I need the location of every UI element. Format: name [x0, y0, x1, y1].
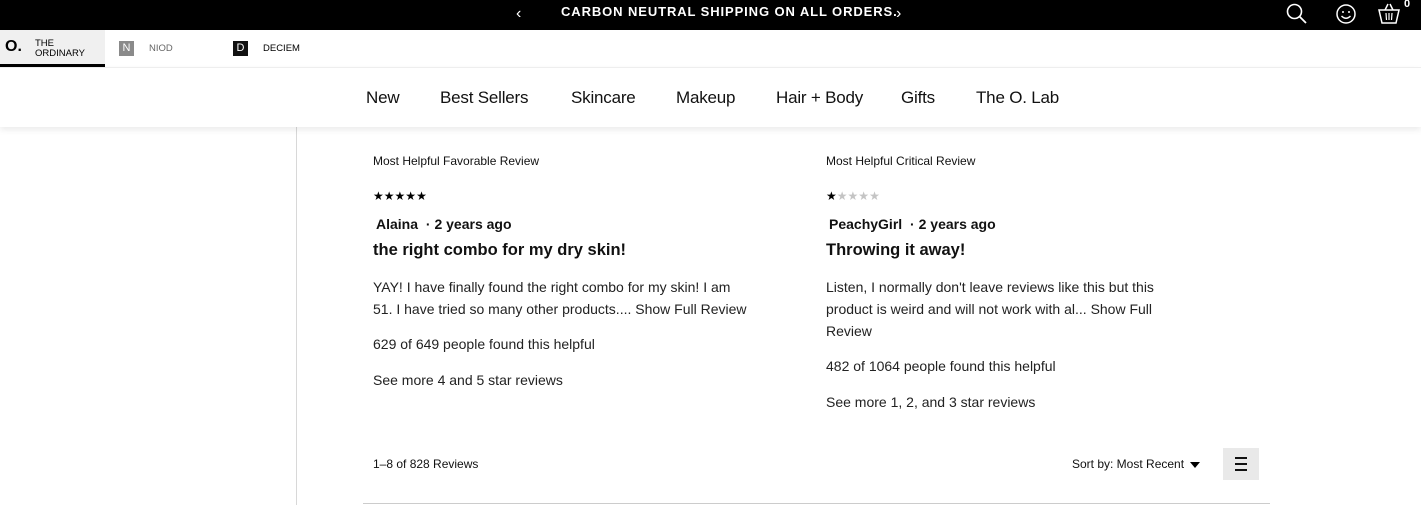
review-body-line: YAY! I have finally found the right comb…: [373, 279, 731, 295]
sort-dropdown[interactable]: Sort by: Most Recent: [1072, 457, 1201, 471]
brand-name-deciem: DECIEM: [263, 43, 300, 54]
star-icon: ★: [826, 189, 837, 203]
show-full-review-link[interactable]: Show Full: [1091, 301, 1152, 317]
helpful-count: 629 of 649 people found this helpful: [373, 336, 595, 352]
announcement-next-arrow[interactable]: ›: [896, 0, 901, 30]
review-body: YAY! I have finally found the right comb…: [373, 276, 747, 320]
review-age: 2 years ago: [918, 216, 996, 232]
review-byline: PeachyGirl · 2 years ago: [829, 216, 996, 232]
brand-name-line2: ORDINARY: [35, 48, 85, 59]
star-icon: ★: [847, 189, 859, 203]
star-icon: ★: [869, 189, 880, 203]
sort-label: Sort by: Most Recent: [1072, 457, 1185, 471]
see-more-positive-link[interactable]: See more 4 and 5 star reviews: [373, 372, 563, 388]
brand-tab-deciem[interactable]: D DECIEM: [205, 30, 315, 67]
star-rating: ★★★★★: [826, 189, 880, 203]
byline-separator: ·: [425, 216, 431, 232]
show-full-review-link[interactable]: Show Full Review: [635, 301, 746, 317]
review-byline: Alaina · 2 years ago: [376, 216, 512, 232]
announcement-prev-arrow[interactable]: ‹: [516, 0, 521, 30]
main-nav: New Best Sellers Skincare Makeup Hair + …: [0, 67, 1421, 127]
review-body-line: Listen, I normally don't leave reviews l…: [826, 279, 1154, 295]
helpful-count: 482 of 1064 people found this helpful: [826, 358, 1056, 374]
the-ordinary-logo: O.: [5, 38, 22, 55]
star-icon: ★: [858, 189, 870, 203]
search-icon[interactable]: [1285, 2, 1309, 26]
star-icon: ★: [373, 189, 384, 203]
review-body: Listen, I normally don't leave reviews l…: [826, 276, 1154, 342]
show-full-review-link-cont[interactable]: Review: [826, 323, 872, 339]
star-icon: ★: [836, 189, 848, 203]
nav-makeup[interactable]: Makeup: [676, 88, 735, 108]
star-icon: ★: [383, 189, 395, 203]
nav-best-sellers[interactable]: Best Sellers: [440, 88, 529, 108]
review-age: 2 years ago: [434, 216, 512, 232]
review-author[interactable]: PeachyGirl: [829, 216, 902, 232]
review-title: Throwing it away!: [826, 241, 966, 259]
nav-gifts[interactable]: Gifts: [901, 88, 935, 108]
nav-skincare[interactable]: Skincare: [571, 88, 636, 108]
brand-name-niod: NIOD: [149, 43, 173, 54]
nav-hair-body[interactable]: Hair + Body: [776, 88, 863, 108]
review-body-line: product is weird and will not work with …: [826, 301, 1087, 317]
brand-tab-niod[interactable]: N NIOD: [105, 30, 205, 67]
see-more-critical-link[interactable]: See more 1, 2, and 3 star reviews: [826, 394, 1035, 410]
nav-new[interactable]: New: [366, 88, 400, 108]
star-icon: ★: [394, 189, 406, 203]
caret-down-icon: [1190, 461, 1201, 468]
review-section-label: Most Helpful Favorable Review: [373, 154, 540, 168]
view-options-button[interactable]: [1223, 448, 1259, 480]
brand-switcher: O. THE ORDINARY N NIOD D DECIEM: [0, 30, 1421, 67]
nav-the-o-lab[interactable]: The O. Lab: [976, 88, 1059, 108]
review-section-label: Most Helpful Critical Review: [826, 154, 976, 168]
cart-icon[interactable]: [1377, 2, 1401, 26]
star-icon: ★: [405, 189, 417, 203]
byline-separator: ·: [910, 216, 915, 232]
review-count: 1–8 of 828 Reviews: [373, 457, 479, 471]
star-icon: ★: [416, 189, 427, 203]
review-body-line: 51. I have tried so many other products.…: [373, 301, 632, 317]
reviews-divider: [363, 503, 1270, 504]
brand-tab-the-ordinary[interactable]: O. THE ORDINARY: [0, 30, 105, 67]
announcement-bar: ‹ CARBON NEUTRAL SHIPPING ON ALL ORDERS.…: [0, 0, 1421, 30]
star-rating: ★★★★★: [373, 189, 427, 203]
cart-count-badge: 0: [1404, 0, 1411, 10]
review-title: the right combo for my dry skin!: [373, 241, 627, 259]
review-author[interactable]: Alaina: [376, 216, 418, 232]
account-icon[interactable]: [1334, 2, 1358, 26]
sidebar-divider: [296, 127, 297, 505]
menu-icon: [1235, 457, 1247, 471]
announcement-message: CARBON NEUTRAL SHIPPING ON ALL ORDERS.: [561, 4, 898, 19]
deciem-logo: D: [233, 41, 248, 56]
niod-logo: N: [119, 41, 134, 56]
